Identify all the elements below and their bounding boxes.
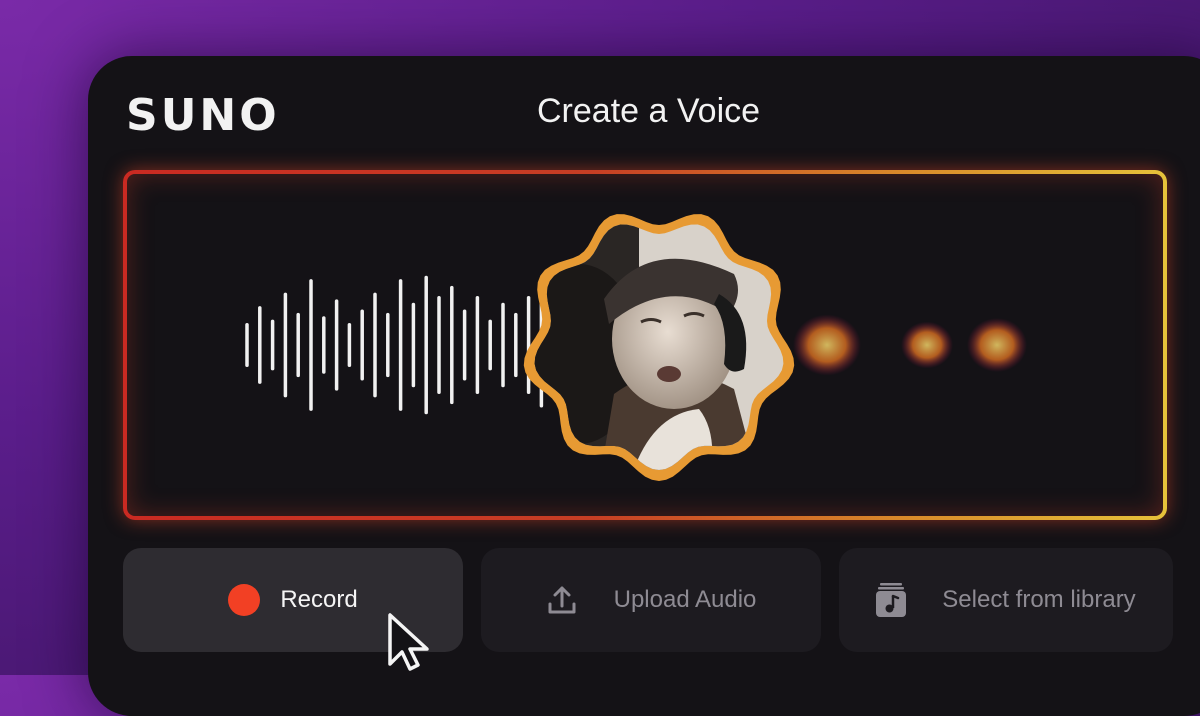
upload-audio-button[interactable]: Upload Audio bbox=[481, 548, 821, 652]
upload-icon bbox=[546, 584, 578, 616]
mouse-cursor-icon bbox=[388, 613, 429, 671]
music-library-icon bbox=[876, 583, 907, 617]
output-wave-glow bbox=[967, 318, 1027, 372]
create-voice-window: SUNO Create a Voice Record Upload Audio … bbox=[88, 56, 1200, 716]
output-wave-glow bbox=[793, 314, 861, 376]
library-label: Select from library bbox=[942, 586, 1136, 613]
voice-preview-panel bbox=[123, 170, 1167, 520]
record-dot-icon bbox=[228, 584, 261, 616]
select-library-button[interactable]: Select from library bbox=[839, 548, 1173, 652]
output-wave-glow bbox=[901, 321, 953, 369]
output-waveform bbox=[766, 272, 1047, 418]
page-title: Create a Voice bbox=[537, 92, 761, 130]
record-label: Record bbox=[280, 586, 358, 613]
singer-avatar bbox=[523, 214, 795, 481]
upload-label: Upload Audio bbox=[613, 586, 757, 613]
suno-logo: SUNO bbox=[126, 90, 280, 141]
